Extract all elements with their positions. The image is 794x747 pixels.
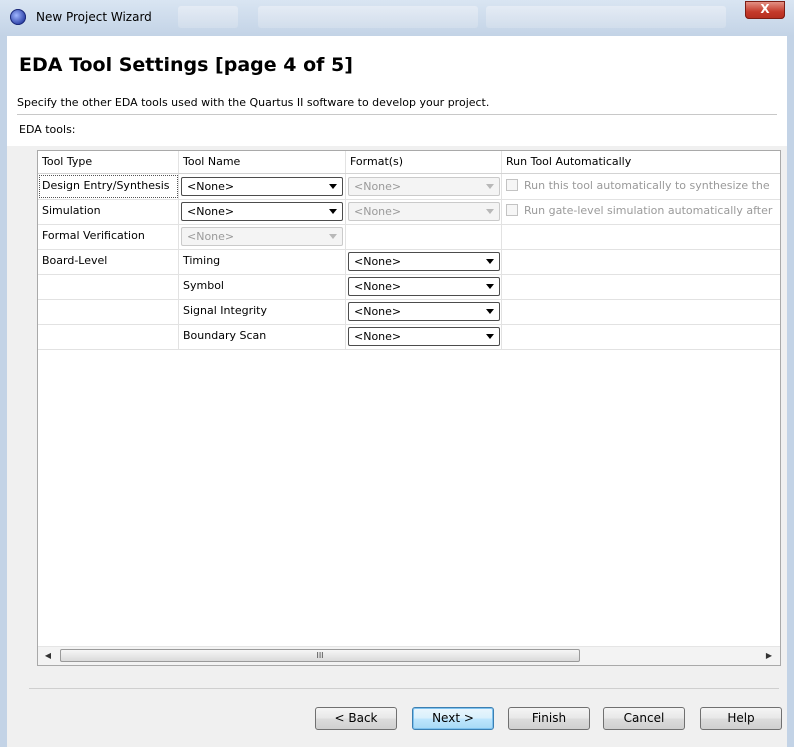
- tool-type-cell: Formal Verification: [38, 224, 179, 249]
- format-cell: <None>: [346, 174, 502, 199]
- run-tool-cell: [502, 299, 780, 324]
- eda-tools-table: Tool Type Tool Name Format(s) Run Tool A…: [37, 150, 781, 666]
- format-cell: <None>: [346, 249, 502, 274]
- column-header-tool-name[interactable]: Tool Name: [179, 151, 346, 173]
- format-value: <None>: [354, 280, 402, 293]
- format-cell: <None>: [346, 299, 502, 324]
- tool-name-value: <None>: [187, 180, 235, 193]
- run-tool-label: Run gate-level simulation automatically …: [524, 204, 773, 217]
- run-tool-cell: [502, 224, 780, 249]
- run-tool-checkbox: [506, 204, 518, 216]
- chevron-down-icon: [486, 284, 494, 289]
- chevron-down-icon: [329, 209, 337, 214]
- window-title: New Project Wizard: [36, 10, 152, 24]
- scroll-left-icon[interactable]: ◀: [40, 648, 56, 664]
- table-row: Symbol <None>: [38, 274, 780, 300]
- tool-name-select[interactable]: <None>: [181, 202, 343, 221]
- tool-name-value: <None>: [187, 230, 235, 243]
- page-title: EDA Tool Settings [page 4 of 5]: [19, 54, 353, 76]
- run-tool-cell: [502, 274, 780, 299]
- divider: [17, 114, 777, 115]
- tool-name-cell: <None>: [179, 174, 346, 199]
- chevron-down-icon: [486, 309, 494, 314]
- chevron-down-icon: [329, 234, 337, 239]
- chevron-down-icon: [329, 184, 337, 189]
- format-cell: [346, 224, 502, 249]
- wizard-header: EDA Tool Settings [page 4 of 5] Specify …: [7, 36, 787, 146]
- table-header: Tool Type Tool Name Format(s) Run Tool A…: [38, 151, 780, 174]
- table-row: Simulation <None> <None> Run gate-level …: [38, 199, 780, 225]
- title-bar: New Project Wizard X: [0, 0, 794, 36]
- horizontal-scrollbar[interactable]: ◀ III ▶: [38, 646, 780, 665]
- titlebar-decoration: [178, 6, 238, 28]
- tool-name-cell: Timing: [179, 249, 346, 274]
- chevron-down-icon: [486, 334, 494, 339]
- eda-tools-label: EDA tools:: [19, 123, 76, 136]
- format-value: <None>: [354, 330, 402, 343]
- format-select[interactable]: <None>: [348, 327, 500, 346]
- tool-name-cell: Symbol: [179, 274, 346, 299]
- tool-name-cell: Boundary Scan: [179, 324, 346, 349]
- run-tool-label: Run this tool automatically to synthesiz…: [524, 179, 770, 192]
- tool-name-cell: <None>: [179, 199, 346, 224]
- dialog-body: EDA Tool Settings [page 4 of 5] Specify …: [7, 36, 787, 747]
- format-value: <None>: [354, 180, 402, 193]
- tool-name-select: <None>: [181, 227, 343, 246]
- format-select: <None>: [348, 177, 500, 196]
- divider: [29, 688, 779, 689]
- table-row: Boundary Scan <None>: [38, 324, 780, 350]
- titlebar-decoration: [258, 6, 478, 28]
- page-description: Specify the other EDA tools used with th…: [17, 96, 490, 109]
- scrollbar-thumb[interactable]: III: [60, 649, 580, 662]
- tool-name-select[interactable]: <None>: [181, 177, 343, 196]
- run-tool-cell: Run gate-level simulation automatically …: [502, 199, 780, 224]
- tool-name-cell: <None>: [179, 224, 346, 249]
- next-button[interactable]: Next >: [412, 707, 494, 730]
- format-value: <None>: [354, 205, 402, 218]
- tool-name-value: <None>: [187, 205, 235, 218]
- tool-type-cell: [38, 324, 179, 349]
- window-frame: [787, 36, 794, 747]
- format-cell: <None>: [346, 199, 502, 224]
- format-cell: <None>: [346, 324, 502, 349]
- back-button[interactable]: < Back: [315, 707, 397, 730]
- format-select[interactable]: <None>: [348, 277, 500, 296]
- column-header-run-tool[interactable]: Run Tool Automatically: [502, 151, 780, 173]
- format-value: <None>: [354, 255, 402, 268]
- tool-type-cell: [38, 274, 179, 299]
- scroll-grip: III: [316, 651, 324, 660]
- cancel-button[interactable]: Cancel: [603, 707, 685, 730]
- chevron-down-icon: [486, 184, 494, 189]
- format-select[interactable]: <None>: [348, 302, 500, 321]
- table-row: Formal Verification <None>: [38, 224, 780, 250]
- help-button[interactable]: Help: [700, 707, 782, 730]
- table-row: Design Entry/Synthesis <None> <None> Run…: [38, 174, 780, 200]
- format-value: <None>: [354, 305, 402, 318]
- app-icon: [10, 9, 26, 25]
- close-button[interactable]: X: [745, 1, 785, 19]
- titlebar-decoration: [486, 6, 726, 28]
- table-row: Board-Level Timing <None>: [38, 249, 780, 275]
- tool-type-cell: Simulation: [38, 199, 179, 224]
- finish-button[interactable]: Finish: [508, 707, 590, 730]
- table-row: Signal Integrity <None>: [38, 299, 780, 325]
- tool-name-cell: Signal Integrity: [179, 299, 346, 324]
- chevron-down-icon: [486, 259, 494, 264]
- column-header-tool-type[interactable]: Tool Type: [38, 151, 179, 173]
- chevron-down-icon: [486, 209, 494, 214]
- column-header-formats[interactable]: Format(s): [346, 151, 502, 173]
- run-tool-cell: Run this tool automatically to synthesiz…: [502, 174, 780, 199]
- scroll-right-icon[interactable]: ▶: [761, 648, 777, 664]
- window-frame: [0, 36, 7, 747]
- tool-type-cell: Board-Level: [38, 249, 179, 274]
- run-tool-cell: [502, 324, 780, 349]
- tool-type-cell: Design Entry/Synthesis: [38, 174, 179, 199]
- run-tool-cell: [502, 249, 780, 274]
- format-select: <None>: [348, 202, 500, 221]
- format-select[interactable]: <None>: [348, 252, 500, 271]
- run-tool-checkbox: [506, 179, 518, 191]
- tool-type-cell: [38, 299, 179, 324]
- format-cell: <None>: [346, 274, 502, 299]
